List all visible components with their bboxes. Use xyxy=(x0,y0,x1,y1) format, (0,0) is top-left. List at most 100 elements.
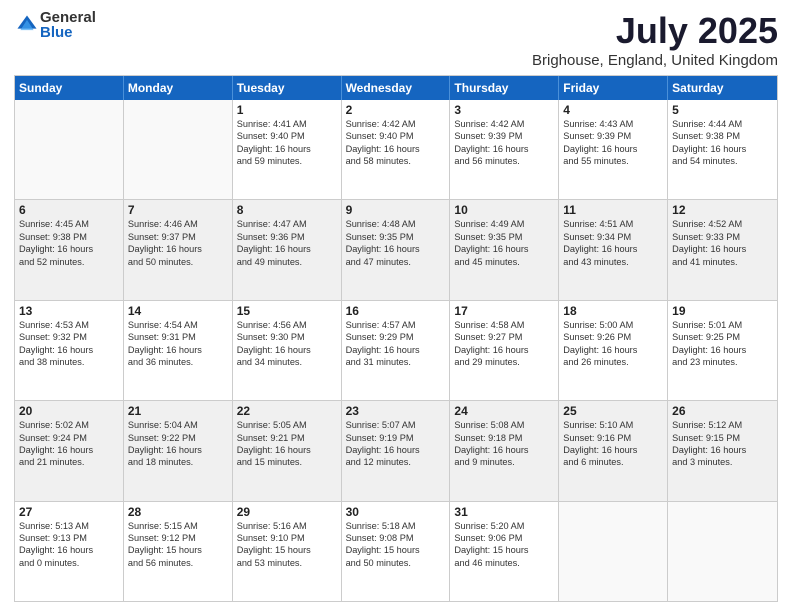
cell-line: and 26 minutes. xyxy=(563,356,663,368)
cell-line: Sunset: 9:32 PM xyxy=(19,331,119,343)
cell-line: and 12 minutes. xyxy=(346,456,446,468)
day-number: 8 xyxy=(237,203,337,217)
logo-text: General Blue xyxy=(40,10,96,40)
cell-line: Sunrise: 5:12 AM xyxy=(672,419,773,431)
cell-line: and 43 minutes. xyxy=(563,256,663,268)
day-number: 18 xyxy=(563,304,663,318)
cell-line: Sunrise: 4:52 AM xyxy=(672,218,773,230)
cell-line: Sunrise: 5:08 AM xyxy=(454,419,554,431)
cell-line: and 41 minutes. xyxy=(672,256,773,268)
cell-line: Daylight: 16 hours xyxy=(128,444,228,456)
calendar-cell: 15Sunrise: 4:56 AMSunset: 9:30 PMDayligh… xyxy=(233,301,342,400)
calendar-cell: 23Sunrise: 5:07 AMSunset: 9:19 PMDayligh… xyxy=(342,401,451,500)
cell-line: Daylight: 16 hours xyxy=(454,444,554,456)
calendar-header-cell: Friday xyxy=(559,76,668,100)
cell-line: Sunset: 9:24 PM xyxy=(19,432,119,444)
cell-line: Daylight: 16 hours xyxy=(563,143,663,155)
logo-icon xyxy=(16,14,38,36)
cell-line: Sunrise: 5:10 AM xyxy=(563,419,663,431)
cell-line: Daylight: 16 hours xyxy=(454,143,554,155)
cell-line: Sunrise: 4:46 AM xyxy=(128,218,228,230)
cell-line: and 47 minutes. xyxy=(346,256,446,268)
cell-line: Sunset: 9:39 PM xyxy=(563,130,663,142)
cell-line: Sunset: 9:22 PM xyxy=(128,432,228,444)
cell-line: Daylight: 16 hours xyxy=(672,143,773,155)
calendar-header-cell: Tuesday xyxy=(233,76,342,100)
cell-line: Sunrise: 4:47 AM xyxy=(237,218,337,230)
calendar-cell: 10Sunrise: 4:49 AMSunset: 9:35 PMDayligh… xyxy=(450,200,559,299)
cell-line: and 50 minutes. xyxy=(128,256,228,268)
cell-line: Sunset: 9:35 PM xyxy=(454,231,554,243)
cell-line: Sunrise: 4:57 AM xyxy=(346,319,446,331)
cell-line: Sunrise: 4:48 AM xyxy=(346,218,446,230)
day-number: 20 xyxy=(19,404,119,418)
calendar-cell xyxy=(559,502,668,601)
cell-line: Sunrise: 4:53 AM xyxy=(19,319,119,331)
day-number: 24 xyxy=(454,404,554,418)
calendar-cell: 3Sunrise: 4:42 AMSunset: 9:39 PMDaylight… xyxy=(450,100,559,199)
cell-line: Daylight: 16 hours xyxy=(19,344,119,356)
calendar-cell: 31Sunrise: 5:20 AMSunset: 9:06 PMDayligh… xyxy=(450,502,559,601)
cell-line: Sunrise: 5:15 AM xyxy=(128,520,228,532)
day-number: 3 xyxy=(454,103,554,117)
cell-line: Sunrise: 4:49 AM xyxy=(454,218,554,230)
cell-line: Sunset: 9:33 PM xyxy=(672,231,773,243)
calendar-cell xyxy=(668,502,777,601)
cell-line: Sunrise: 4:41 AM xyxy=(237,118,337,130)
cell-line: Sunset: 9:13 PM xyxy=(19,532,119,544)
cell-line: Sunset: 9:40 PM xyxy=(346,130,446,142)
cell-line: and 53 minutes. xyxy=(237,557,337,569)
cell-line: Sunrise: 5:13 AM xyxy=(19,520,119,532)
cell-line: Sunset: 9:21 PM xyxy=(237,432,337,444)
calendar-cell: 29Sunrise: 5:16 AMSunset: 9:10 PMDayligh… xyxy=(233,502,342,601)
cell-line: and 46 minutes. xyxy=(454,557,554,569)
cell-line: Daylight: 16 hours xyxy=(346,344,446,356)
day-number: 17 xyxy=(454,304,554,318)
header: General Blue July 2025 Brighouse, Englan… xyxy=(14,10,778,69)
cell-line: and 56 minutes. xyxy=(454,155,554,167)
calendar-cell: 8Sunrise: 4:47 AMSunset: 9:36 PMDaylight… xyxy=(233,200,342,299)
calendar-cell: 21Sunrise: 5:04 AMSunset: 9:22 PMDayligh… xyxy=(124,401,233,500)
cell-line: Daylight: 16 hours xyxy=(563,344,663,356)
cell-line: Sunset: 9:37 PM xyxy=(128,231,228,243)
day-number: 22 xyxy=(237,404,337,418)
logo: General Blue xyxy=(14,10,96,40)
calendar-header-cell: Thursday xyxy=(450,76,559,100)
cell-line: and 49 minutes. xyxy=(237,256,337,268)
calendar-header-cell: Sunday xyxy=(15,76,124,100)
cell-line: Sunset: 9:29 PM xyxy=(346,331,446,343)
day-number: 9 xyxy=(346,203,446,217)
calendar-cell: 22Sunrise: 5:05 AMSunset: 9:21 PMDayligh… xyxy=(233,401,342,500)
cell-line: Daylight: 16 hours xyxy=(237,143,337,155)
cell-line: Sunset: 9:39 PM xyxy=(454,130,554,142)
day-number: 28 xyxy=(128,505,228,519)
cell-line: Daylight: 15 hours xyxy=(454,544,554,556)
cell-line: Sunset: 9:38 PM xyxy=(19,231,119,243)
cell-line: Sunset: 9:35 PM xyxy=(346,231,446,243)
cell-line: Sunset: 9:12 PM xyxy=(128,532,228,544)
cell-line: and 38 minutes. xyxy=(19,356,119,368)
cell-line: Daylight: 16 hours xyxy=(346,143,446,155)
calendar-cell: 11Sunrise: 4:51 AMSunset: 9:34 PMDayligh… xyxy=(559,200,668,299)
day-number: 12 xyxy=(672,203,773,217)
cell-line: Daylight: 16 hours xyxy=(454,243,554,255)
calendar-cell: 14Sunrise: 4:54 AMSunset: 9:31 PMDayligh… xyxy=(124,301,233,400)
calendar-cell: 13Sunrise: 4:53 AMSunset: 9:32 PMDayligh… xyxy=(15,301,124,400)
calendar-cell: 28Sunrise: 5:15 AMSunset: 9:12 PMDayligh… xyxy=(124,502,233,601)
cell-line: and 23 minutes. xyxy=(672,356,773,368)
cell-line: Sunrise: 5:04 AM xyxy=(128,419,228,431)
calendar-cell: 12Sunrise: 4:52 AMSunset: 9:33 PMDayligh… xyxy=(668,200,777,299)
cell-line: Sunset: 9:30 PM xyxy=(237,331,337,343)
day-number: 21 xyxy=(128,404,228,418)
cell-line: Daylight: 16 hours xyxy=(672,243,773,255)
calendar-cell xyxy=(124,100,233,199)
logo-general-text: General xyxy=(40,10,96,25)
calendar-cell: 4Sunrise: 4:43 AMSunset: 9:39 PMDaylight… xyxy=(559,100,668,199)
cell-line: Sunrise: 4:54 AM xyxy=(128,319,228,331)
cell-line: and 58 minutes. xyxy=(346,155,446,167)
cell-line: Sunrise: 4:42 AM xyxy=(454,118,554,130)
cell-line: and 36 minutes. xyxy=(128,356,228,368)
day-number: 14 xyxy=(128,304,228,318)
cell-line: Daylight: 16 hours xyxy=(672,344,773,356)
cell-line: Sunrise: 5:20 AM xyxy=(454,520,554,532)
